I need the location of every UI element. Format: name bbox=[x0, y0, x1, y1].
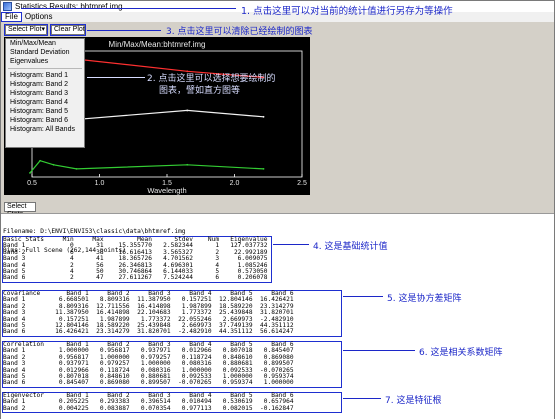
annotation-1: 1. 点击这里可以对当前的统计值进行另存为等操作 bbox=[241, 6, 453, 17]
window-title: Statistics Results: bhtmref.img bbox=[15, 2, 123, 11]
annotation-5: 5. 这是协方差矩阵 bbox=[387, 294, 462, 304]
statistics-window: Statistics Results: bhtmref.img File Opt… bbox=[0, 0, 555, 419]
annotation-2-arrow bbox=[87, 77, 145, 78]
menu-item-histogram-band-2[interactable]: Histogram: Band 2 bbox=[6, 80, 84, 89]
menu-item-eigenvalues[interactable]: Eigenvalues bbox=[6, 57, 84, 66]
table-row: Band 6 0.845407 0.869080 0.899507 -0.070… bbox=[3, 379, 294, 387]
menu-options[interactable]: Options bbox=[22, 12, 56, 22]
annotation-6-arrow bbox=[343, 350, 415, 351]
menu-item-histogram-band-5[interactable]: Histogram: Band 5 bbox=[6, 107, 84, 116]
data-point-mean bbox=[186, 109, 189, 112]
filename-line: Filename: D:\ENVI\ENVI53\classic\data\bh… bbox=[3, 227, 186, 235]
eigenvector-table: Eigenvector Band 1 Band 2 Band 3 Band 4 … bbox=[2, 392, 342, 414]
annotation-5-arrow bbox=[343, 296, 383, 297]
clear-plot-button[interactable]: Clear Plot bbox=[50, 24, 86, 36]
annotation-7-arrow bbox=[343, 398, 381, 399]
series-line-min bbox=[29, 160, 264, 174]
annotation-7: 7. 这是特征根 bbox=[385, 396, 442, 406]
annotation-6: 6. 这是相关系数矩阵 bbox=[419, 348, 503, 358]
menu-file[interactable]: File bbox=[1, 12, 22, 22]
menu-item-histogram-all-bands[interactable]: Histogram: All Bands bbox=[6, 125, 84, 134]
data-point-min bbox=[262, 167, 265, 170]
select-stat-button[interactable]: Select Stat▾ bbox=[4, 202, 36, 218]
menu-separator bbox=[8, 66, 82, 69]
table-row: Band 6 16.426421 23.314279 31.820701 -2.… bbox=[3, 328, 294, 336]
annotation-1-arrow bbox=[21, 8, 236, 9]
select-plot-button[interactable]: Select Plot▾ bbox=[4, 24, 48, 36]
table-row: Band 6 2 47 27.611267 7.524244 6 0.20607… bbox=[3, 274, 268, 282]
menu-item-histogram-band-4[interactable]: Histogram: Band 4 bbox=[6, 98, 84, 107]
chart-title: Min/Max/Mean:bhtmref.img bbox=[109, 40, 206, 49]
annotation-3-arrow bbox=[87, 30, 161, 31]
data-point-min bbox=[186, 163, 189, 166]
app-icon bbox=[3, 2, 12, 11]
select-plot-dropdown: Min/Max/Mean Standard Deviation Eigenval… bbox=[5, 38, 85, 148]
x-tick-label: 0.5 bbox=[27, 180, 37, 187]
annotation-4: 4. 这是基础统计值 bbox=[313, 242, 388, 252]
data-point-mean bbox=[262, 115, 265, 118]
annotation-2-line2: 图表，譬如直方图等 bbox=[159, 86, 241, 96]
covariance-table: Covariance Band 1 Band 2 Band 3 Band 4 B… bbox=[2, 290, 342, 337]
data-point-min bbox=[29, 172, 31, 174]
data-point-min bbox=[52, 163, 55, 166]
annotation-3: 3. 点击这里可以清除已经绘制的图表 bbox=[166, 27, 313, 37]
data-point-min bbox=[39, 159, 41, 162]
data-point-min bbox=[75, 167, 78, 170]
menu-item-histogram-band-1[interactable]: Histogram: Band 1 bbox=[6, 71, 84, 80]
annotation-4-arrow bbox=[273, 244, 309, 245]
basic-stats-table: Basic Stats Min Max Mean Stdev Num Eigen… bbox=[2, 236, 272, 283]
x-tick-label: 1.0 bbox=[95, 180, 105, 187]
x-tick-label: 2.0 bbox=[230, 180, 240, 187]
x-tick-label: 2.5 bbox=[297, 180, 307, 187]
menu-item-standard-deviation[interactable]: Standard Deviation bbox=[6, 48, 84, 57]
menu-item-histogram-band-3[interactable]: Histogram: Band 3 bbox=[6, 89, 84, 98]
menu-item-histogram-band-6[interactable]: Histogram: Band 6 bbox=[6, 116, 84, 125]
x-axis-label: Wavelength bbox=[147, 186, 186, 195]
table-row: Band 2 0.004225 0.083887 0.070354 0.9771… bbox=[3, 404, 294, 412]
correlation-table: Correlation Band 1 Band 2 Band 3 Band 4 … bbox=[2, 341, 342, 388]
menu-item-min-max-mean[interactable]: Min/Max/Mean bbox=[6, 39, 84, 48]
